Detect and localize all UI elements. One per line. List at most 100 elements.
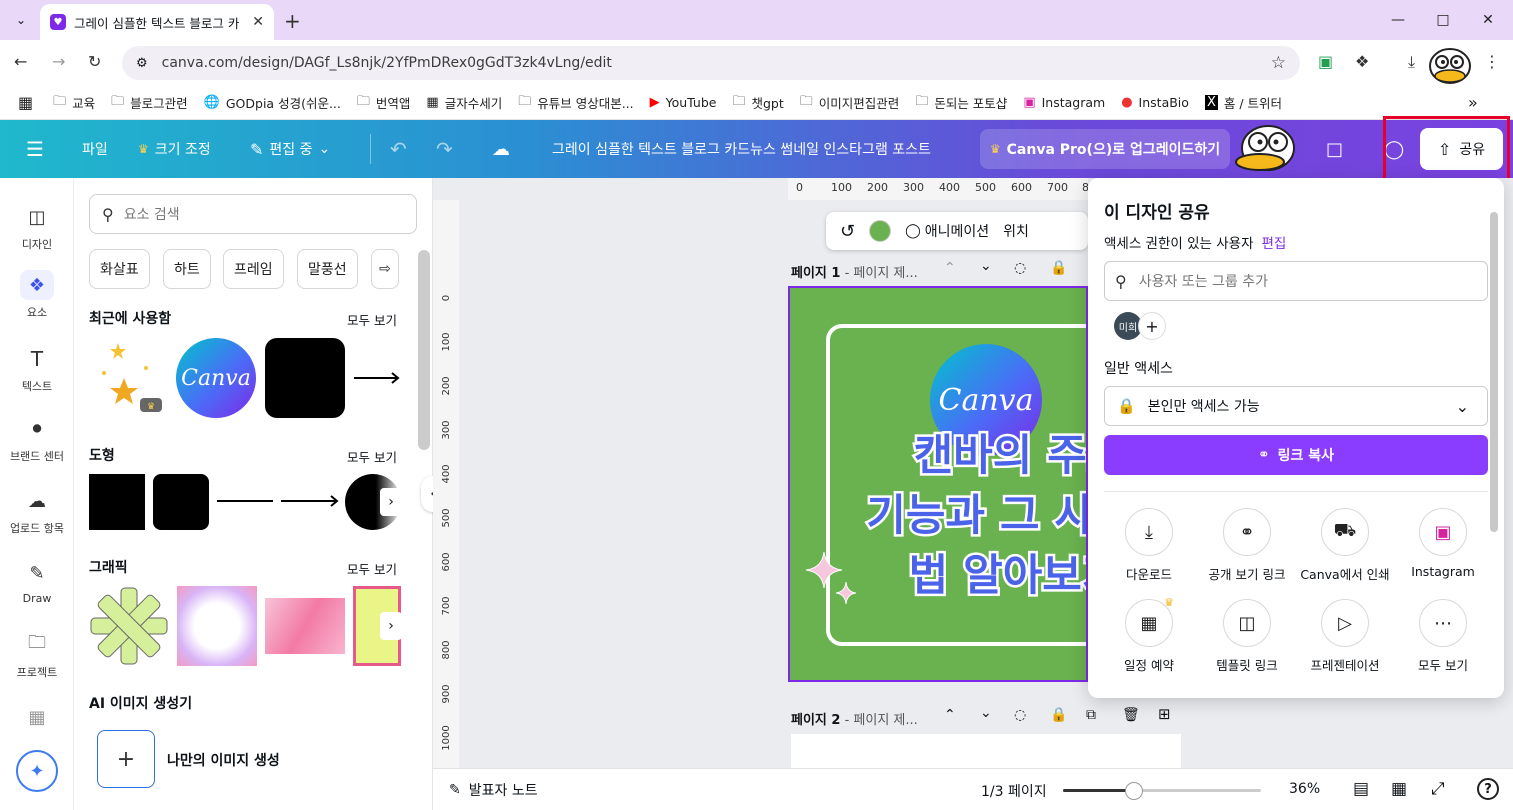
graphics-see-all[interactable]: 모두 보기 bbox=[347, 559, 397, 578]
rail-item-brand[interactable]: ⚫ 브랜드 센터 bbox=[0, 414, 74, 464]
undo-icon[interactable]: ↶ bbox=[390, 120, 407, 178]
chip-heart[interactable]: 하트 bbox=[163, 249, 211, 289]
duplicate-page-icon[interactable]: ⧉ bbox=[1086, 707, 1096, 723]
bookmark-item[interactable]: 🗀 번역앱 bbox=[357, 92, 411, 114]
ai-generate-label[interactable]: 나만의 이미지 생성 bbox=[167, 750, 280, 770]
shapes-see-all[interactable]: 모두 보기 bbox=[347, 447, 397, 466]
share-see-all[interactable]: ⋯ 모두 보기 bbox=[1393, 599, 1493, 674]
minimize-icon[interactable]: — bbox=[1378, 8, 1418, 32]
chevron-right-icon[interactable]: › bbox=[380, 488, 402, 516]
panel-scrollbar[interactable] bbox=[418, 250, 430, 450]
design-page-1[interactable]: Canva 캔바의 주요 기능과 그 사용 법 알아보기 bbox=[788, 286, 1088, 682]
pink-gradient-graphic[interactable] bbox=[265, 598, 345, 654]
reload-icon[interactable]: ↻ bbox=[88, 52, 101, 71]
browser-tab[interactable]: ♥ 그레이 심플한 텍스트 블로그 카 ✕ bbox=[40, 4, 274, 40]
hide-page-icon[interactable]: ◌ bbox=[1014, 707, 1026, 723]
document-title[interactable]: 그레이 심플한 텍스트 블로그 카드뉴스 썸네일 인스타그램 포스트 bbox=[552, 120, 931, 178]
share-instagram[interactable]: ▣ Instagram bbox=[1393, 508, 1493, 579]
arrow-line-thumb[interactable] bbox=[354, 368, 400, 388]
editing-mode-button[interactable]: ✎ 편집 중 ⌄ bbox=[250, 120, 330, 178]
refresh-icon[interactable]: ↺ bbox=[840, 221, 855, 242]
add-person-icon[interactable]: + bbox=[1138, 312, 1166, 340]
recent-see-all[interactable]: 모두 보기 bbox=[347, 310, 397, 329]
zoom-level[interactable]: 36% bbox=[1289, 781, 1320, 797]
delete-page-icon[interactable]: 🗑 bbox=[1122, 707, 1140, 723]
bookmark-item[interactable]: ▶ YouTube bbox=[650, 95, 717, 110]
page-up-icon[interactable]: ⌃ bbox=[944, 707, 956, 723]
page-down-icon[interactable]: ⌄ bbox=[980, 258, 992, 274]
more-bookmarks-icon[interactable]: » bbox=[1468, 93, 1478, 112]
position-button[interactable]: 위치 bbox=[1003, 221, 1029, 241]
share-scrollbar[interactable] bbox=[1490, 212, 1498, 532]
site-info-icon[interactable]: ⚙ bbox=[136, 56, 148, 71]
bookmark-item[interactable]: 🗀 블로그관련 bbox=[111, 92, 188, 114]
page-up-icon[interactable]: ⌃ bbox=[944, 260, 956, 276]
bookmark-item[interactable]: 🌐 GODpia 성경(쉬운... bbox=[204, 93, 341, 112]
share-template-link[interactable]: ◫ 템플릿 링크 bbox=[1197, 599, 1297, 674]
share-schedule[interactable]: ▦ ♛ 일정 예약 bbox=[1099, 596, 1199, 674]
bookmark-item[interactable]: ▦ 글자수세기 bbox=[426, 93, 502, 112]
bookmark-item[interactable]: 🗀 돈되는 포토샵 bbox=[915, 92, 1007, 114]
ai-generate-plus-icon[interactable]: + bbox=[97, 730, 155, 788]
rounded-square-thumb[interactable] bbox=[265, 338, 345, 418]
back-icon[interactable]: ← bbox=[14, 52, 27, 71]
arrow-shape[interactable] bbox=[281, 492, 339, 510]
file-menu[interactable]: 파일 bbox=[82, 120, 108, 178]
redo-icon[interactable]: ↷ bbox=[436, 120, 453, 178]
rounded-square-shape[interactable] bbox=[153, 474, 209, 530]
page-view-icon[interactable]: ▤ bbox=[1353, 779, 1369, 799]
chevron-right-icon[interactable]: › bbox=[380, 612, 402, 640]
copy-link-button[interactable]: ⚭ 링크 복사 bbox=[1104, 435, 1488, 475]
chip-next-icon[interactable]: ⇨ bbox=[371, 249, 399, 289]
access-level-select[interactable]: 🔒 본인만 액세스 가능 ⌄ bbox=[1104, 386, 1488, 426]
share-present[interactable]: ▷ 프레젠테이션 bbox=[1295, 599, 1395, 674]
help-icon[interactable]: ? bbox=[1477, 778, 1499, 800]
animation-button[interactable]: ◯ 애니메이션 bbox=[905, 221, 989, 241]
bookmark-item[interactable]: 🗀 유튜브 영상대본... bbox=[518, 92, 633, 114]
headline-text[interactable]: 캔바의 주요 기능과 그 사용 법 알아보기 bbox=[840, 426, 1086, 606]
rail-item-design[interactable]: ◫ 디자인 bbox=[0, 202, 74, 252]
share-print[interactable]: ⛟ Canva에서 인쇄 bbox=[1295, 508, 1395, 583]
magic-assistant-icon[interactable]: ✦ bbox=[16, 750, 58, 792]
bubble-frame-graphic[interactable] bbox=[177, 586, 257, 666]
close-tab-icon[interactable]: ✕ bbox=[252, 14, 264, 30]
zoom-slider[interactable] bbox=[1063, 782, 1261, 800]
chip-arrow[interactable]: 화살표 bbox=[89, 249, 150, 289]
url-bar[interactable]: ⚙ canva.com/design/DAGf_Ls8njk/2YfPmDRex… bbox=[122, 46, 1300, 80]
share-public-link[interactable]: ⚭ 공개 보기 링크 bbox=[1197, 508, 1297, 583]
bookmark-item[interactable]: 🗀 챗gpt bbox=[732, 92, 783, 114]
rail-item-uploads[interactable]: ☁ 업로드 항목 bbox=[0, 486, 74, 536]
hide-page-icon[interactable]: ◌ bbox=[1014, 260, 1026, 276]
add-page-icon[interactable]: ⊞ bbox=[1158, 705, 1171, 723]
page-down-icon[interactable]: ⌄ bbox=[980, 705, 992, 721]
close-window-icon[interactable]: ✕ bbox=[1468, 8, 1508, 32]
page-counter[interactable]: 1/3 페이지 bbox=[981, 781, 1047, 801]
apps-grid-icon[interactable]: ▦ bbox=[18, 93, 33, 112]
color-swatch[interactable] bbox=[869, 220, 892, 242]
zoom-slider-knob[interactable] bbox=[1125, 782, 1143, 800]
forward-icon[interactable]: → bbox=[52, 52, 65, 71]
rail-item-draw[interactable]: ✎ Draw bbox=[0, 558, 74, 606]
presenter-notes-button[interactable]: ✎ 발표자 노트 bbox=[449, 780, 538, 800]
hamburger-menu-icon[interactable]: ☰ bbox=[26, 120, 44, 178]
rail-item-text[interactable]: T 텍스트 bbox=[0, 344, 74, 394]
bookmark-star-icon[interactable]: ☆ bbox=[1271, 53, 1286, 73]
bookmark-item[interactable]: ● InstaBio bbox=[1121, 95, 1189, 110]
bookmark-item[interactable]: 🗀 교육 bbox=[53, 92, 95, 114]
resize-button[interactable]: ♛ 크기 조정 bbox=[138, 120, 211, 178]
bookmark-item[interactable]: 🗀 이미지편집관련 bbox=[800, 92, 900, 114]
line-shape[interactable] bbox=[217, 500, 273, 502]
bookmark-item[interactable]: X홈 / 트위터 bbox=[1204, 93, 1282, 112]
sparkle-decoration[interactable] bbox=[804, 550, 860, 606]
extension-icon[interactable]: ▣ bbox=[1318, 52, 1333, 71]
bookmark-item[interactable]: ▣ Instagram bbox=[1023, 95, 1105, 110]
asterisk-graphic[interactable] bbox=[89, 586, 169, 666]
upgrade-pro-button[interactable]: ♛ Canva Pro(으)로 업그레이드하기 bbox=[980, 129, 1230, 169]
page1-label[interactable]: 페이지 1 - 페이지 제... bbox=[791, 262, 918, 281]
square-shape[interactable] bbox=[89, 474, 145, 530]
lock-page-icon[interactable]: 🔒 bbox=[1050, 260, 1067, 276]
chip-frame[interactable]: 프레임 bbox=[223, 249, 284, 289]
chip-speech-bubble[interactable]: 말풍선 bbox=[297, 249, 358, 289]
tab-search-button[interactable]: ⌄ bbox=[8, 7, 34, 33]
stars-sticker[interactable]: ♛ bbox=[96, 338, 166, 418]
